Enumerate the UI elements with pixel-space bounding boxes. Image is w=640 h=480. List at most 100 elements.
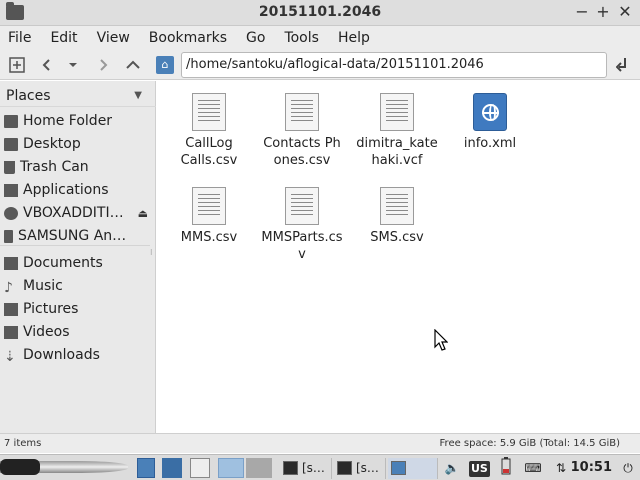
taskbar-file-manager[interactable] [388, 458, 438, 479]
new-tab-icon [9, 57, 25, 73]
file-name: MMSParts.csv [261, 230, 343, 262]
downloads-icon: ⇣ [4, 348, 16, 365]
applications-icon [4, 183, 18, 197]
sidebar-item-videos[interactable]: Videos [0, 321, 156, 343]
window-launcher-icon[interactable] [190, 458, 210, 478]
taskbar-terminal-2[interactable]: [s… [334, 458, 386, 479]
taskbar-terminal-1[interactable]: [s… [280, 458, 332, 479]
file-item[interactable]: SMS.csv [349, 187, 445, 246]
file-item[interactable]: CallLog Calls.csv [161, 93, 257, 169]
power-icon[interactable]: ⏻ [618, 457, 638, 479]
new-tab-button[interactable] [6, 53, 28, 77]
videos-icon [4, 325, 18, 339]
text-file-icon [192, 187, 226, 225]
free-space: Free space: 5.9 GiB (Total: 14.5 GiB) [439, 438, 620, 449]
phone-icon [4, 229, 13, 243]
chevron-down-icon: ▼ [134, 90, 142, 101]
file-view[interactable]: CallLog Calls.csv Contacts Phones.csv di… [157, 81, 640, 433]
sidebar-item-pictures[interactable]: Pictures [0, 298, 156, 320]
menu-go[interactable]: Go [242, 26, 269, 50]
sidebar-item-label: Music [23, 278, 63, 294]
menu-edit[interactable]: Edit [46, 26, 81, 50]
file-item[interactable]: dimitra_katehaki.vcf [349, 93, 445, 169]
music-icon: ♪ [4, 279, 13, 296]
workspace-2[interactable] [246, 458, 272, 478]
go-arrow-icon [616, 58, 626, 72]
folder-icon [391, 461, 406, 475]
toolbar: ⌂ /home/santoku/aflogical-data/20151101.… [0, 50, 640, 80]
file-item[interactable]: info.xml [442, 93, 538, 152]
menu-view[interactable]: View [93, 26, 134, 50]
text-file-icon [285, 93, 319, 131]
documents-icon [4, 256, 18, 270]
places-header[interactable]: Places ▼ [0, 85, 156, 107]
home-folder-icon [4, 114, 18, 128]
eject-icon[interactable]: ⏏ [138, 207, 148, 220]
keyboard-layout-indicator[interactable]: US [469, 461, 490, 477]
sidebar-item-desktop[interactable]: Desktop [0, 133, 156, 155]
up-button[interactable] [122, 53, 144, 77]
sidebar-item-home-folder[interactable]: Home Folder [0, 110, 156, 132]
volume-icon[interactable]: 🔈 [442, 457, 462, 479]
file-item[interactable]: MMSParts.csv [254, 187, 350, 263]
file-name: Contacts Phones.csv [263, 136, 341, 168]
web-file-icon [473, 93, 507, 131]
sidebar-item-label: Applications [23, 182, 109, 198]
menu-file[interactable]: File [4, 26, 35, 50]
knife-handle-icon [0, 459, 40, 475]
taskbar: [s… [s… 🔈 US ⌨ ⇅ 10:51 ⏻ [0, 454, 640, 480]
disc-icon [4, 206, 18, 220]
menu-tools[interactable]: Tools [280, 26, 323, 50]
sidebar-item-label: Videos [23, 324, 70, 340]
sidebar-separator [0, 245, 150, 246]
menu-bookmarks[interactable]: Bookmarks [145, 26, 231, 50]
sidebar-item-label: Pictures [23, 301, 79, 317]
menu-help[interactable]: Help [334, 26, 374, 50]
text-file-icon [285, 187, 319, 225]
sidebar-item-music[interactable]: ♪ Music [0, 275, 156, 297]
file-name: CallLog Calls.csv [180, 136, 238, 168]
clock[interactable]: 10:51 [571, 458, 612, 478]
window-title: 20151101.2046 [258, 4, 382, 20]
sidebar-item-trash-can[interactable]: Trash Can [0, 156, 156, 178]
network-icon[interactable]: ⇅ [550, 457, 572, 479]
sidebar-item-label: Home Folder [23, 113, 113, 129]
file-item[interactable]: MMS.csv [161, 187, 257, 246]
taskbar-label: [s… [302, 461, 325, 475]
trash-icon [4, 160, 15, 174]
forward-button[interactable] [92, 53, 114, 77]
sidebar-item-label: Trash Can [20, 159, 89, 175]
sidebar-item-label: Downloads [23, 347, 100, 363]
location-input[interactable]: /home/santoku/aflogical-data/20151101.20… [181, 52, 607, 78]
go-button[interactable] [612, 53, 634, 77]
sidebar-item-applications[interactable]: Applications [0, 179, 156, 201]
file-name: MMS.csv [180, 230, 238, 245]
title-bar: 20151101.2046 − + ✕ [0, 0, 640, 26]
launcher-icon[interactable] [162, 458, 182, 478]
back-arrow-icon [42, 59, 50, 71]
file-name: dimitra_katehaki.vcf [356, 136, 438, 168]
back-button[interactable] [36, 53, 58, 77]
forward-arrow-icon [100, 59, 108, 71]
workspace-1[interactable] [218, 458, 244, 478]
file-name: SMS.csv [370, 230, 424, 245]
taskbar-label: [s… [356, 461, 379, 475]
close-button[interactable]: ✕ [615, 2, 635, 22]
status-bar: 7 items Free space: 5.9 GiB (Total: 14.5… [0, 433, 640, 453]
text-file-icon [380, 93, 414, 131]
home-icon[interactable]: ⌂ [156, 56, 174, 74]
sidebar-item-vboxadditions[interactable]: VBOXADDITI… ⏏ [0, 202, 156, 224]
file-manager-launcher-icon[interactable] [137, 458, 155, 478]
sidebar-item-samsung[interactable]: SAMSUNG An… [0, 225, 156, 247]
terminal-icon [283, 461, 298, 475]
minimize-button[interactable]: − [572, 2, 592, 22]
history-dropdown-button[interactable] [62, 53, 84, 77]
sidebar-item-label: SAMSUNG An… [18, 228, 127, 244]
battery-icon[interactable] [498, 457, 514, 479]
keyboard-icon[interactable]: ⌨ [522, 457, 544, 479]
maximize-button[interactable]: + [593, 2, 613, 22]
menu-bar: File Edit View Bookmarks Go Tools Help [0, 26, 640, 50]
sidebar-item-downloads[interactable]: ⇣ Downloads [0, 344, 156, 366]
sidebar-item-documents[interactable]: Documents [0, 252, 156, 274]
file-item[interactable]: Contacts Phones.csv [254, 93, 350, 169]
